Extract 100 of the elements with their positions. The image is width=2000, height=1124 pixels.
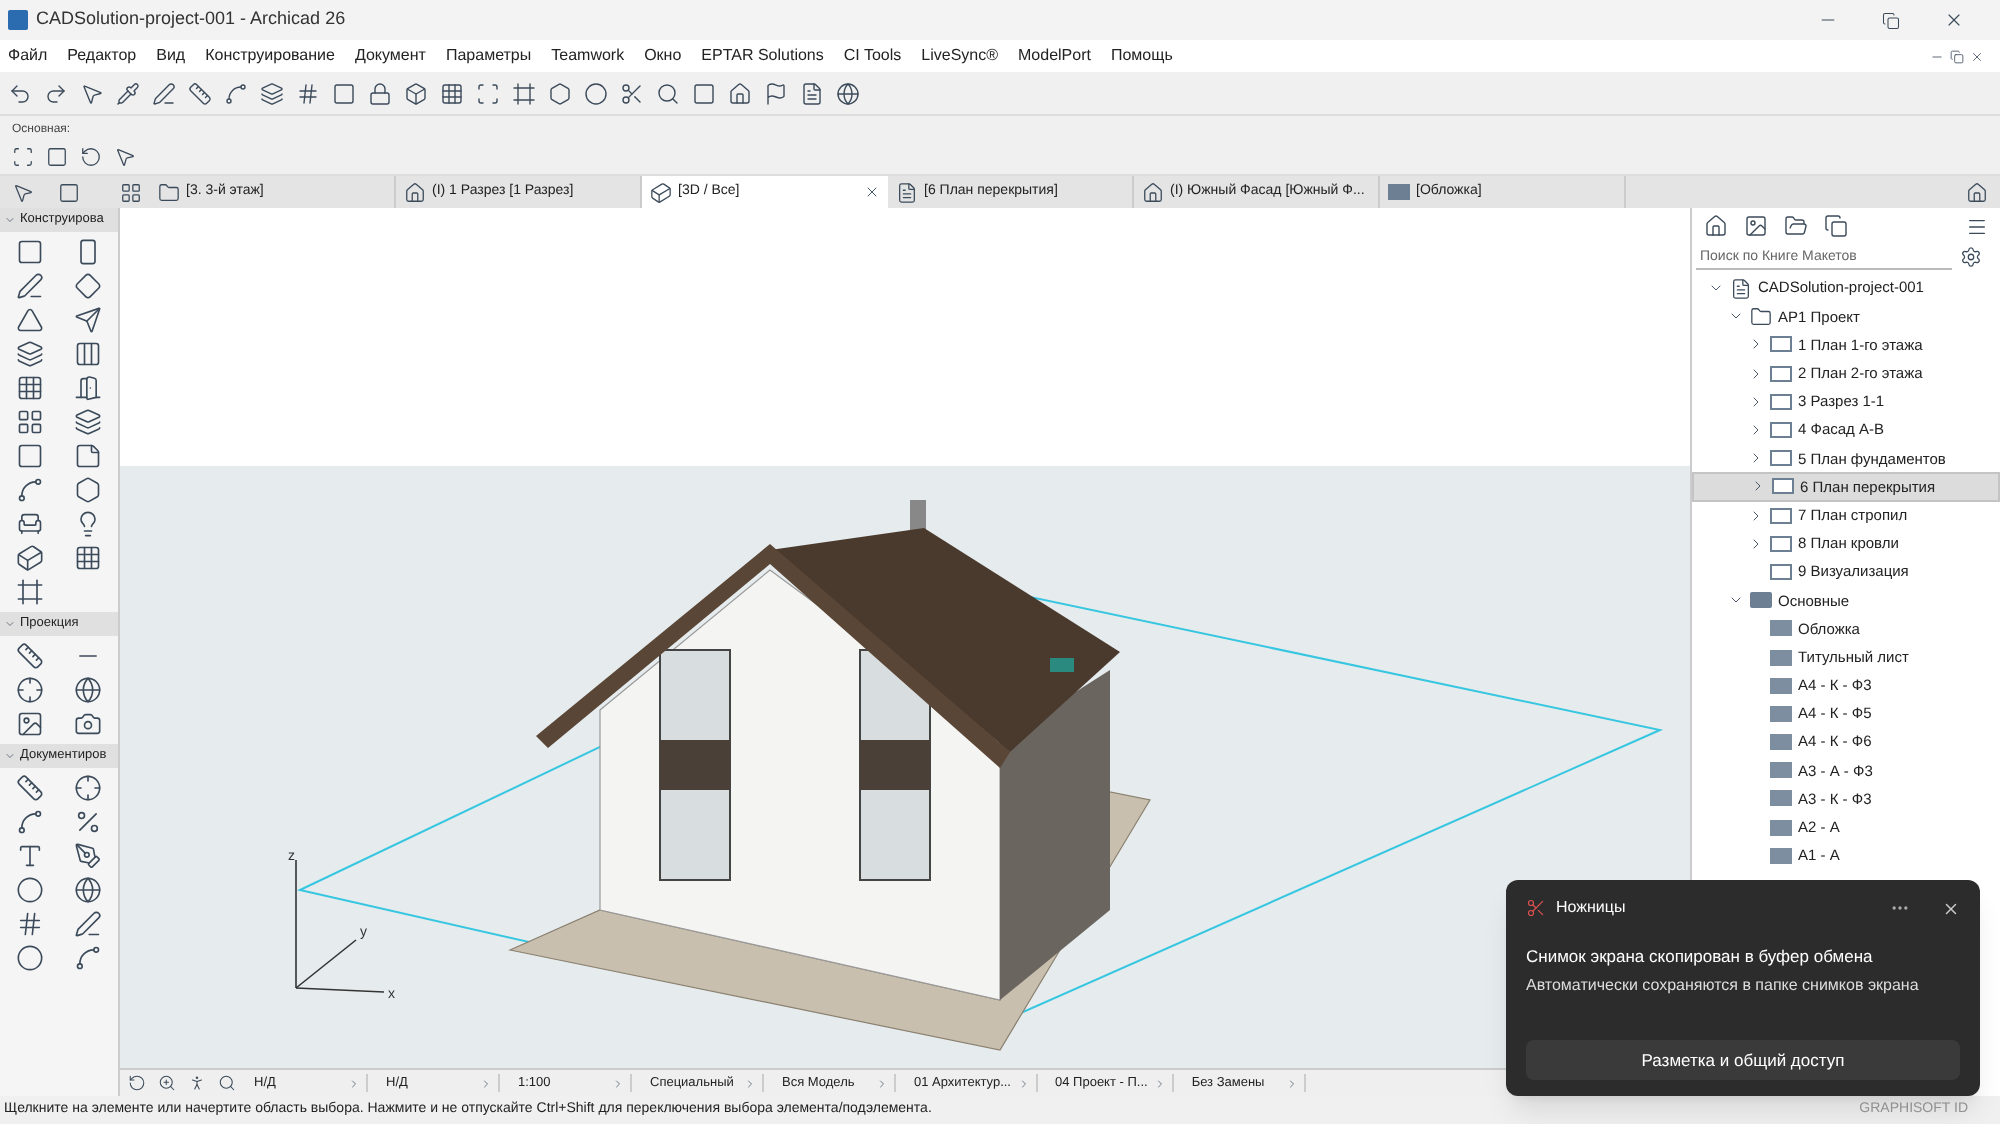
walk-icon[interactable] <box>188 1074 206 1092</box>
grid-icon[interactable] <box>296 81 320 105</box>
cube-icon[interactable] <box>15 544 44 572</box>
sphere-icon[interactable] <box>74 676 103 704</box>
hexagon-icon[interactable] <box>548 81 572 105</box>
zoom-in-icon[interactable] <box>158 1074 176 1092</box>
text-icon[interactable] <box>15 842 44 870</box>
house-icon[interactable] <box>1704 214 1728 238</box>
page-icon <box>1770 507 1792 524</box>
menu-item[interactable]: Файл <box>8 44 48 68</box>
restore-icon[interactable] <box>1882 11 1900 29</box>
house-icon[interactable] <box>728 81 752 105</box>
scissors-icon <box>1526 898 1546 918</box>
flag-icon[interactable] <box>764 81 788 105</box>
menu-item[interactable]: Параметры <box>445 44 532 68</box>
picture-icon[interactable] <box>1744 214 1768 238</box>
layers-icon[interactable] <box>260 81 284 105</box>
folder-icon <box>158 181 180 203</box>
redo-icon[interactable] <box>44 81 68 105</box>
drawing-icon[interactable] <box>15 710 44 738</box>
menu-item[interactable]: Документ <box>354 44 426 68</box>
page-icon <box>1770 365 1792 382</box>
square-icon[interactable] <box>332 81 356 105</box>
caret-icon <box>1285 1077 1298 1089</box>
sheet-icon <box>1770 790 1792 807</box>
pointer-tool-icon[interactable] <box>12 181 34 203</box>
page-icon <box>1770 422 1792 439</box>
marquee-icon[interactable] <box>12 146 34 168</box>
pen-icon[interactable] <box>152 81 176 105</box>
table-icon[interactable] <box>440 81 464 105</box>
app-logo-icon <box>8 10 28 30</box>
menu-item[interactable]: Помощь <box>1110 44 1173 68</box>
caret-icon <box>348 1077 360 1089</box>
undo-icon[interactable] <box>8 81 32 105</box>
window-title: CADSolution-project-001 - Archicad 26 <box>36 6 346 33</box>
page-icon <box>1770 336 1792 353</box>
caret-icon <box>1153 1077 1166 1089</box>
house-outline-icon <box>1142 181 1164 203</box>
close-icon[interactable] <box>1944 10 1964 30</box>
rotate-icon[interactable] <box>80 146 102 168</box>
sheet-icon <box>1770 847 1792 864</box>
menu-item[interactable]: CI Tools <box>843 44 902 68</box>
pointer-icon[interactable] <box>80 81 104 105</box>
sheet-icon <box>1388 184 1410 200</box>
page-icon <box>1770 450 1792 467</box>
camera-icon[interactable] <box>74 710 103 738</box>
frame-icon[interactable] <box>476 81 500 105</box>
page-icon <box>1772 478 1794 495</box>
menu-item[interactable]: LiveSync® <box>921 44 999 68</box>
caret-icon <box>1017 1077 1029 1089</box>
grid-view-icon[interactable] <box>120 181 142 203</box>
house-outline-icon <box>404 181 426 203</box>
stacked-plates-icon[interactable] <box>74 408 103 436</box>
menu-item[interactable]: Конструирование <box>205 44 335 68</box>
eyedropper-icon[interactable] <box>116 81 140 105</box>
menu-item[interactable]: ModelPort <box>1018 44 1091 68</box>
box-icon[interactable] <box>404 81 428 105</box>
page-icon <box>1770 393 1792 410</box>
crosshair-icon[interactable] <box>15 676 44 704</box>
axis-gizmo-drawing <box>295 859 385 993</box>
menu-item[interactable]: Окно <box>644 44 682 68</box>
document-icon[interactable] <box>800 81 824 105</box>
page-icon <box>896 181 918 203</box>
caret-icon <box>876 1077 888 1089</box>
door-icon[interactable] <box>74 374 103 402</box>
markup-share-button[interactable]: Разметка и общий доступ <box>1526 1040 1960 1080</box>
lock-icon[interactable] <box>368 81 392 105</box>
circle-icon[interactable] <box>584 81 608 105</box>
sheet-icon <box>1770 620 1792 637</box>
folder-icon <box>1750 592 1772 609</box>
cube-icon <box>650 181 672 203</box>
sheet-icon <box>1770 677 1792 694</box>
caret-icon <box>612 1077 624 1089</box>
menu-item[interactable]: Teamwork <box>551 44 625 68</box>
settings-icon[interactable] <box>1960 246 1982 268</box>
globe-icon[interactable] <box>836 81 860 105</box>
ruler-icon[interactable] <box>188 81 212 105</box>
zoom-icon[interactable] <box>218 1074 236 1092</box>
chair-icon[interactable] <box>15 510 44 538</box>
sheet-icon <box>1770 734 1792 751</box>
menu-icon[interactable] <box>1966 215 1988 237</box>
restore-icon[interactable] <box>1950 49 1964 63</box>
caret-icon <box>480 1077 492 1089</box>
sheet-icon <box>1770 649 1792 666</box>
close-tab-icon[interactable] <box>864 184 880 200</box>
sheet-icon <box>1770 762 1792 779</box>
pointer-icon[interactable] <box>114 146 136 168</box>
search-icon[interactable] <box>656 81 680 105</box>
menu-item[interactable]: Редактор <box>67 44 137 68</box>
sheet-icon <box>1770 819 1792 836</box>
square-icon[interactable] <box>692 81 716 105</box>
undo-view-icon[interactable] <box>128 1074 146 1092</box>
close-icon[interactable] <box>1970 49 1984 63</box>
page-icon <box>1770 563 1792 580</box>
menu-item[interactable]: EPTAR Solutions <box>701 44 824 68</box>
menu-item[interactable]: Вид <box>156 44 186 68</box>
notification-app: Ножницы <box>1556 896 1626 920</box>
scissors-icon[interactable] <box>620 81 644 105</box>
sheet-icon <box>1770 705 1792 722</box>
caret-icon <box>744 1077 756 1089</box>
